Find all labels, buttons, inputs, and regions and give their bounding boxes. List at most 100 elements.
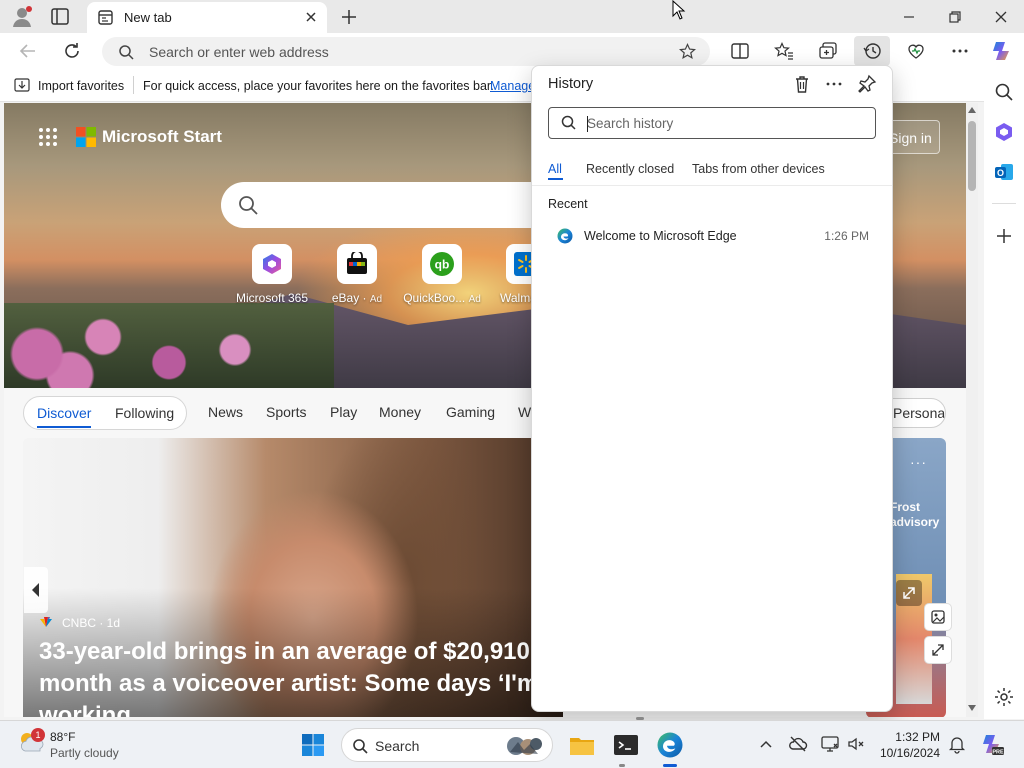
news-source: CNBC · 1d [62,616,121,630]
scroll-indicator [636,717,644,720]
close-tab-icon[interactable] [304,10,318,24]
history-item-time: 1:26 PM [824,229,869,243]
text-cursor [587,116,588,132]
taskbar-search-box[interactable]: Search [341,728,553,762]
history-divider [532,185,892,186]
weather-alert-text: Frost advisory [890,500,940,529]
back-button[interactable] [16,39,40,63]
new-tab-button[interactable] [338,6,360,28]
tab-new-tab[interactable]: New tab [87,2,327,33]
feed-tab-more[interactable]: W [518,404,531,420]
add-favorite-star-icon[interactable] [679,43,696,60]
search-highlight-icon [504,734,544,758]
edge-sidebar: O [984,69,1024,719]
copilot-preview-icon[interactable]: PRE [980,732,1004,756]
feed-tab-money[interactable]: Money [379,404,421,420]
carousel-previous-button[interactable] [24,567,48,613]
show-hidden-icons-chevron-up-icon[interactable] [756,734,776,754]
history-item[interactable]: Welcome to Microsoft Edge 1:26 PM [540,221,884,251]
navigation-bar: Search or enter web address [0,33,1024,69]
active-app-indicator [663,764,677,767]
feed-tab-sports[interactable]: Sports [266,404,306,420]
weather-temperature[interactable]: 88°F [50,730,75,744]
expand-view-icon[interactable] [924,636,952,664]
favorites-icon[interactable] [771,38,797,64]
taskbar: 1 88°F Partly cloudy Search 1:32 PM 10/1… [0,717,1024,768]
address-bar[interactable]: Search or enter web address [102,37,710,66]
clock-date[interactable]: 10/16/2024 [870,746,940,760]
tab-discover[interactable]: Discover [37,405,91,421]
restore-button[interactable] [944,6,966,28]
copilot-sidebar-icon[interactable] [993,121,1015,143]
notifications-bell-icon[interactable] [947,734,967,754]
page-scrollbar[interactable] [966,103,978,717]
pin-icon[interactable] [856,73,878,95]
image-search-icon[interactable] [924,603,952,631]
split-screen-icon[interactable] [727,38,753,64]
import-favorites-icon[interactable] [14,78,30,92]
history-tab-recently-closed[interactable]: Recently closed [586,162,674,176]
favorites-bar-message: For quick access, place your favorites h… [143,79,494,93]
history-item-title: Welcome to Microsoft Edge [584,229,737,243]
quick-link-microsoft-365[interactable]: Microsoft 365 [227,244,317,305]
minimize-button[interactable] [898,6,920,28]
ad-label: Ad [369,294,383,305]
refresh-button[interactable] [60,39,84,63]
weather-condition[interactable]: Partly cloudy [50,746,119,760]
feed-tab-news[interactable]: News [208,404,243,420]
history-search-input[interactable] [587,113,857,133]
feed-tab-play[interactable]: Play [330,404,357,420]
network-icon[interactable] [820,734,840,754]
tab-following[interactable]: Following [115,405,174,421]
add-sidebar-app-icon[interactable] [993,225,1015,247]
settings-more-icon[interactable] [947,38,973,64]
close-window-button[interactable] [990,6,1012,28]
file-explorer-icon[interactable] [568,731,596,759]
search-icon [118,44,134,60]
scrollbar-thumb[interactable] [968,121,976,191]
tab-title: New tab [124,10,172,25]
news-headline[interactable]: 33-year-old brings in an average of $20,… [39,636,559,717]
edge-taskbar-icon[interactable] [656,731,684,759]
onedrive-offline-icon[interactable] [788,734,808,754]
history-tab-other-devices[interactable]: Tabs from other devices [692,162,825,176]
tab-actions-icon[interactable] [48,6,72,28]
feed-tab-gaming[interactable]: Gaming [446,404,495,420]
copilot-icon[interactable] [989,38,1015,64]
svg-text:qb: qb [435,258,450,272]
windows-start-icon[interactable] [301,733,325,757]
running-app-indicator [619,764,625,767]
quick-link-label: Microsoft 365 [235,291,309,305]
more-options-icon[interactable] [823,73,845,95]
quick-link-quickbooks[interactable]: qb QuickBoo... Ad [397,244,487,305]
hero-flowers [4,303,334,388]
app-launcher-icon[interactable] [38,127,58,147]
history-search-box[interactable] [548,107,876,139]
outlook-icon[interactable]: O [993,161,1015,183]
search-icon[interactable] [993,81,1015,103]
delete-history-trash-icon[interactable] [791,73,813,95]
quickbooks-icon: qb [422,244,462,284]
cnbc-logo-icon [39,616,53,628]
sidebar-settings-gear-icon[interactable] [993,686,1015,708]
import-favorites-button[interactable]: Import favorites [38,79,124,93]
profile-icon[interactable] [10,5,34,29]
card-more-options[interactable]: ··· [910,454,927,470]
news-card[interactable]: CNBC · 1d 33-year-old brings in an avera… [23,438,563,717]
manage-favorites-link[interactable]: Manage [490,79,535,93]
browser-essentials-icon[interactable] [903,38,929,64]
clock-time[interactable]: 1:32 PM [890,730,940,744]
svg-text:PRE: PRE [992,749,1004,755]
collections-icon[interactable] [815,38,841,64]
microsoft-start-brand[interactable]: Microsoft Start [102,127,222,147]
history-tab-all[interactable]: All [548,162,562,176]
history-title: History [548,76,594,92]
expand-icon[interactable] [896,580,922,606]
search-icon [352,738,368,754]
sidebar-divider [992,203,1016,204]
quick-link-ebay[interactable]: eBay · Ad [312,244,402,305]
history-button[interactable] [854,36,890,66]
volume-muted-icon[interactable] [846,734,866,754]
ad-label: Ad [468,294,481,305]
terminal-icon[interactable] [612,731,640,759]
